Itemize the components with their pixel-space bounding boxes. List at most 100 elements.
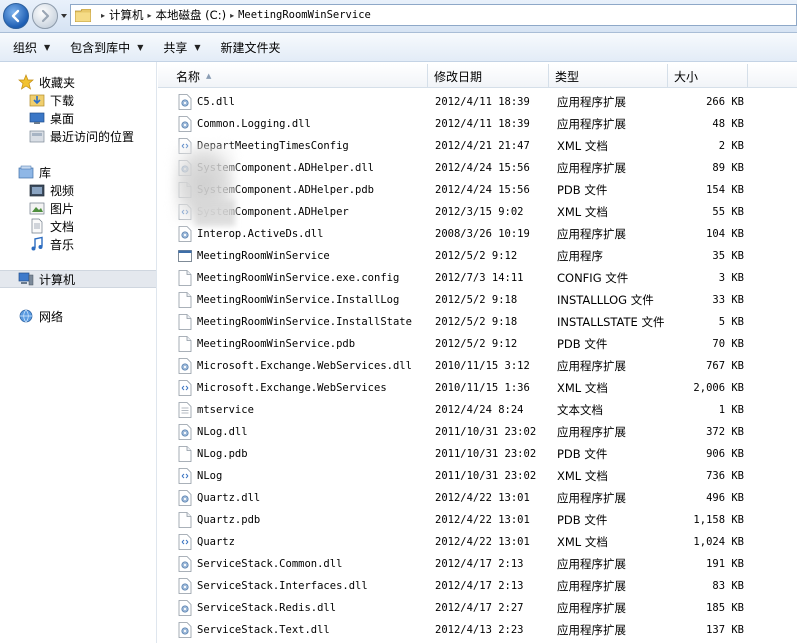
file-type: INSTALLSTATE 文件 xyxy=(557,315,665,329)
table-row[interactable]: NLog 2011/10/31 23:02 XML 文档 736 KB xyxy=(158,465,797,487)
file-date: 2012/5/2 9:18 xyxy=(435,294,518,306)
table-row[interactable]: ServiceStack.Text.dll 2012/4/13 2:23 应用程序扩… xyxy=(158,619,797,641)
breadcrumb-computer[interactable]: 计算机 xyxy=(109,7,144,23)
file-name-cell[interactable]: MeetingRoomWinService.InstallLog xyxy=(158,289,428,311)
folder-icon xyxy=(75,8,91,22)
table-row[interactable]: MeetingRoomWinService.pdb 2012/5/2 9:12 PD… xyxy=(158,333,797,355)
table-row[interactable]: MeetingRoomWinService.exe.config 2012/7/3… xyxy=(158,267,797,289)
file-name-cell[interactable]: MeetingRoomWinService xyxy=(158,245,428,267)
nav-downloads[interactable]: 下载 xyxy=(29,91,74,109)
file-type: 应用程序扩展 xyxy=(557,579,626,593)
xml-icon xyxy=(178,468,192,484)
arrow-right-icon xyxy=(41,9,50,23)
file-name: NLog xyxy=(197,470,223,482)
file-name-cell[interactable]: Common.Logging.dll xyxy=(158,113,428,135)
nav-pictures[interactable]: 图片 xyxy=(29,199,74,217)
nav-desktop[interactable]: 桌面 xyxy=(29,109,74,127)
file-name-cell[interactable]: Quartz xyxy=(158,531,428,553)
table-row[interactable]: Quartz 2012/4/22 13:01 XML 文档 1,024 KB xyxy=(158,531,797,553)
column-header-size[interactable]: 大小 xyxy=(668,64,748,88)
table-row[interactable]: ServiceStack.Redis.dll 2012/4/17 2:27 应用程序… xyxy=(158,597,797,619)
address-box[interactable]: ▸ 计算机 ▸ 本地磁盘 (C:) ▸ MeetingRoomWinServic… xyxy=(70,4,797,26)
file-name-cell[interactable]: MeetingRoomWinService.pdb xyxy=(158,333,428,355)
nav-libraries[interactable]: 库 xyxy=(18,163,51,181)
dll-icon xyxy=(178,358,192,374)
file-date: 2012/4/21 21:47 xyxy=(435,140,530,152)
file-size: 1,024 KB xyxy=(693,536,744,548)
file-name-cell[interactable]: NLog.pdb xyxy=(158,443,428,465)
column-header-type[interactable]: 类型 xyxy=(549,64,668,88)
nav-network[interactable]: 网络 xyxy=(18,307,63,325)
file-date: 2012/4/24 15:56 xyxy=(435,162,530,174)
nav-computer[interactable]: 计算机 xyxy=(0,270,156,288)
new-folder-button[interactable]: 新建文件夹 xyxy=(214,36,288,58)
nav-recent-places[interactable]: 最近访问的位置 xyxy=(29,127,134,145)
file-date: 2012/4/11 18:39 xyxy=(435,118,530,130)
file-size: 5 KB xyxy=(718,316,744,328)
file-name-cell[interactable]: C5.dll xyxy=(158,91,428,113)
table-row[interactable]: C5.dll 2012/4/11 18:39 应用程序扩展 266 KB xyxy=(158,91,797,113)
recent-pages-dropdown-icon[interactable] xyxy=(60,12,68,20)
chevron-right-icon[interactable]: ▸ xyxy=(101,11,105,20)
organize-button[interactable]: 组织 ▼ xyxy=(6,36,57,58)
file-name-cell[interactable]: NLog.dll xyxy=(158,421,428,443)
file-name-cell[interactable]: Microsoft.Exchange.WebServices.dll xyxy=(158,355,428,377)
table-row[interactable]: SystemComponent.ADHelper.dll 2012/4/24 15… xyxy=(158,157,797,179)
chevron-right-icon[interactable]: ▸ xyxy=(148,11,152,20)
share-button[interactable]: 共享 ▼ xyxy=(156,36,207,58)
file-name-cell[interactable]: ServiceStack.Common.dll xyxy=(158,553,428,575)
table-row[interactable]: Microsoft.Exchange.WebServices 2010/11/15… xyxy=(158,377,797,399)
file-name-cell[interactable]: Quartz.pdb xyxy=(158,509,428,531)
breadcrumb-local-disk[interactable]: 本地磁盘 (C:) xyxy=(156,7,227,23)
include-in-library-button[interactable]: 包含到库中 ▼ xyxy=(63,36,150,58)
nav-favorites[interactable]: 收藏夹 xyxy=(18,73,75,91)
nav-music[interactable]: 音乐 xyxy=(29,235,74,253)
table-row[interactable]: Interop.ActiveDs.dll 2008/3/26 10:19 应用程序扩… xyxy=(158,223,797,245)
table-row[interactable]: MeetingRoomWinService 2012/5/2 9:12 应用程序 35… xyxy=(158,245,797,267)
table-row[interactable]: Quartz.pdb 2012/4/22 13:01 PDB 文件 1,158 KB xyxy=(158,509,797,531)
file-name-cell[interactable]: ServiceStack.Interfaces.dll xyxy=(158,575,428,597)
file-name-cell[interactable]: mtservice xyxy=(158,399,428,421)
file-date: 2012/5/2 9:12 xyxy=(435,250,518,262)
file-date: 2010/11/15 1:36 xyxy=(435,382,530,394)
column-header-date[interactable]: 修改日期 xyxy=(428,64,549,88)
file-name: Quartz.pdb xyxy=(197,514,261,526)
table-row[interactable]: Microsoft.Exchange.WebServices.dll 2010/1… xyxy=(158,355,797,377)
breadcrumb-current-folder[interactable]: MeetingRoomWinService xyxy=(238,9,371,21)
forward-button[interactable] xyxy=(32,3,58,29)
table-row[interactable]: Common.Logging.dll 2012/4/11 18:39 应用程序扩展 4… xyxy=(158,113,797,135)
sort-ascending-icon: ▲ xyxy=(206,72,212,80)
table-row[interactable]: Quartz.dll 2012/4/22 13:01 应用程序扩展 496 KB xyxy=(158,487,797,509)
table-row[interactable]: DepartMeetingTimesConfig 2012/4/21 21:47 X… xyxy=(158,135,797,157)
nav-documents[interactable]: 文档 xyxy=(29,217,74,235)
file-name-cell[interactable]: Interop.ActiveDs.dll xyxy=(158,223,428,245)
address-bar: ▸ 计算机 ▸ 本地磁盘 (C:) ▸ MeetingRoomWinServic… xyxy=(0,0,797,33)
table-row[interactable]: ServiceStack.Common.dll 2012/4/17 2:13 应用程… xyxy=(158,553,797,575)
file-name-cell[interactable]: MeetingRoomWinService.exe.config xyxy=(158,267,428,289)
file-name-cell[interactable]: ServiceStack.Redis.dll xyxy=(158,597,428,619)
table-row[interactable]: NLog.pdb 2011/10/31 23:02 PDB 文件 906 KB xyxy=(158,443,797,465)
file-name: MeetingRoomWinService.InstallLog xyxy=(197,294,400,306)
file-name-cell[interactable]: ServiceStack.Text.dll xyxy=(158,619,428,641)
table-row[interactable]: SystemComponent.ADHelper 2012/3/15 9:02 XM… xyxy=(158,201,797,223)
nav-videos[interactable]: 视频 xyxy=(29,181,74,199)
file-name-cell[interactable]: NLog xyxy=(158,465,428,487)
table-row[interactable]: ServiceStack.Interfaces.dll 2012/4/17 2:1… xyxy=(158,575,797,597)
file-size: 70 KB xyxy=(712,338,744,350)
table-row[interactable]: NLog.dll 2011/10/31 23:02 应用程序扩展 372 KB xyxy=(158,421,797,443)
file-name-cell[interactable]: Microsoft.Exchange.WebServices xyxy=(158,377,428,399)
table-row[interactable]: MeetingRoomWinService.InstallLog 2012/5/2… xyxy=(158,289,797,311)
back-button[interactable] xyxy=(3,3,29,29)
file-name-cell[interactable]: Quartz.dll xyxy=(158,487,428,509)
column-header-name[interactable]: 名称 ▲ xyxy=(158,64,428,88)
exe-icon xyxy=(178,248,192,264)
dll-icon xyxy=(178,490,192,506)
file-size: 1 KB xyxy=(718,404,744,416)
text-icon xyxy=(178,402,192,418)
table-row[interactable]: SystemComponent.ADHelper.pdb 2012/4/24 15… xyxy=(158,179,797,201)
table-row[interactable]: MeetingRoomWinService.InstallState 2012/5… xyxy=(158,311,797,333)
file-name: ServiceStack.Redis.dll xyxy=(197,602,337,614)
chevron-right-icon[interactable]: ▸ xyxy=(230,11,234,20)
table-row[interactable]: mtservice 2012/4/24 8:24 文本文档 1 KB xyxy=(158,399,797,421)
file-name-cell[interactable]: MeetingRoomWinService.InstallState xyxy=(158,311,428,333)
